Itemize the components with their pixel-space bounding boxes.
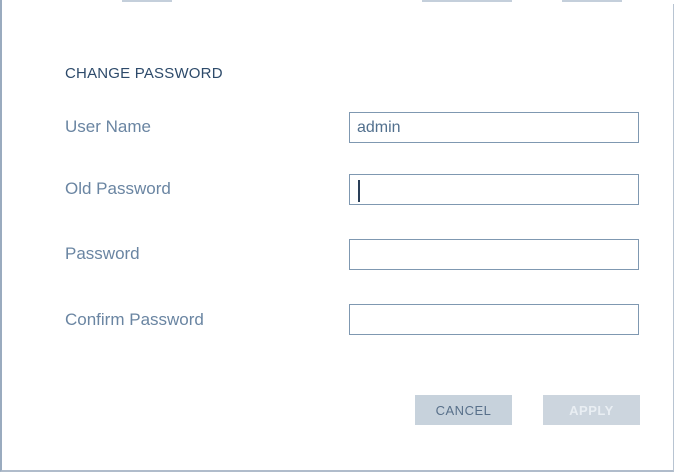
change-password-dialog: CHANGE PASSWORD User Name Old Password P… xyxy=(0,0,675,472)
confirm-password-label: Confirm Password xyxy=(65,310,204,329)
top-border-segment xyxy=(422,0,512,2)
password-label: Password xyxy=(65,244,140,263)
apply-button[interactable]: APPLY xyxy=(543,395,640,425)
dialog-title: CHANGE PASSWORD xyxy=(65,65,223,82)
user-name-input[interactable] xyxy=(349,112,639,143)
top-border-segment xyxy=(562,0,622,2)
cancel-button[interactable]: CANCEL xyxy=(415,395,512,425)
confirm-password-input[interactable] xyxy=(349,304,639,335)
dialog-top-border xyxy=(2,0,675,4)
old-password-label: Old Password xyxy=(65,179,171,198)
top-border-segment xyxy=(122,0,172,2)
password-input[interactable] xyxy=(349,239,639,270)
text-caret xyxy=(358,180,360,202)
user-name-label: User Name xyxy=(65,117,151,136)
old-password-input[interactable] xyxy=(349,174,639,205)
